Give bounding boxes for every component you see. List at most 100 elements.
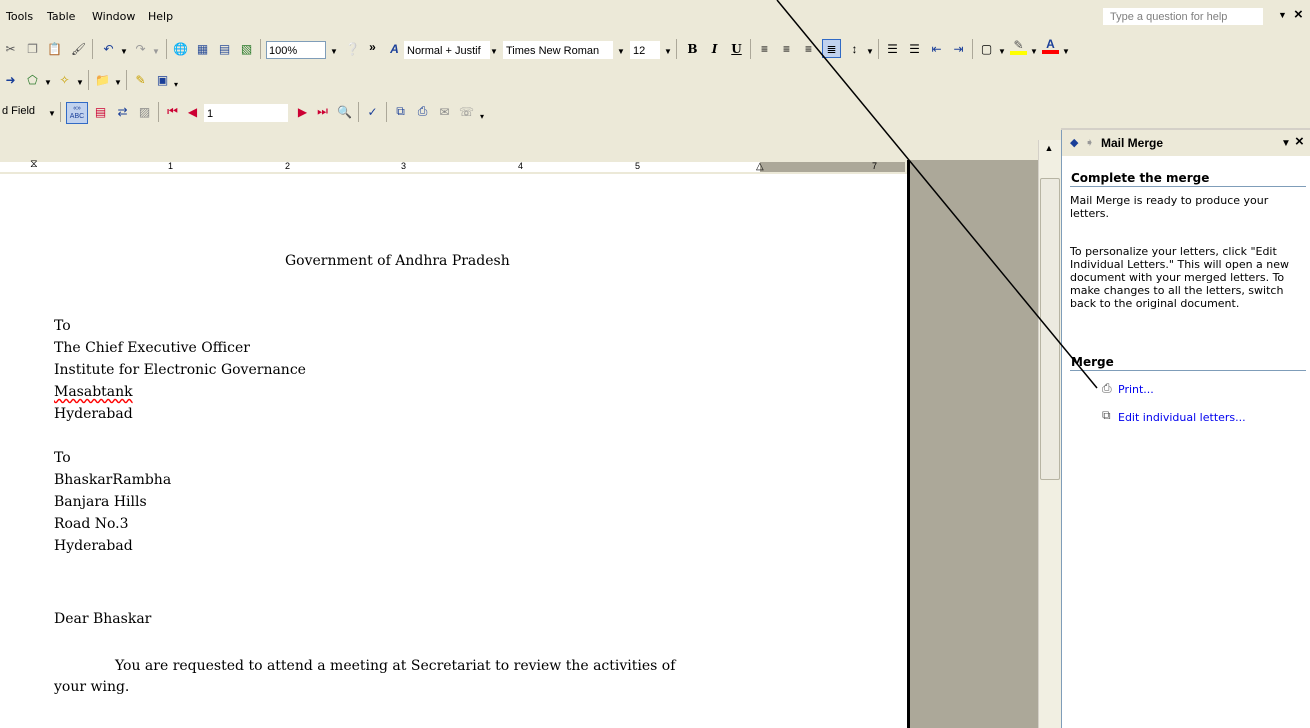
paste-icon[interactable]: 📋 xyxy=(46,40,63,57)
help-search-input[interactable]: Type a question for help xyxy=(1103,8,1263,25)
help-icon[interactable]: ❔ xyxy=(344,40,361,57)
find-entry-icon[interactable]: 🔍 xyxy=(336,103,353,120)
edit-individual-letters-link[interactable]: Edit individual letters... xyxy=(1118,411,1246,424)
highlight-icon[interactable]: ✎ xyxy=(1010,38,1027,55)
cut-icon[interactable]: ✂ xyxy=(2,40,19,57)
last-record-icon[interactable]: ⏭ xyxy=(314,103,331,120)
shape-icon[interactable]: ⬠ xyxy=(24,71,41,88)
action-dropdown-icon[interactable]: ▼ xyxy=(76,78,84,87)
decrease-indent-icon[interactable]: ⇤ xyxy=(928,40,945,57)
close-task-pane-icon[interactable]: × xyxy=(1295,133,1304,150)
format-painter-icon[interactable]: 🖌 xyxy=(70,40,87,57)
print-link[interactable]: Print... xyxy=(1118,383,1154,396)
vertical-scrollbar[interactable]: ▲ xyxy=(1038,140,1061,728)
forward-arrow-icon[interactable]: ➧ xyxy=(1085,136,1094,149)
first-line-indent-marker-icon[interactable]: ⧖ xyxy=(30,158,38,171)
align-left-icon[interactable]: ≡ xyxy=(756,40,773,57)
help-dropdown-icon[interactable]: ▼ xyxy=(1278,10,1287,20)
print-icon[interactable]: ⎙ xyxy=(1102,381,1112,396)
next-record-icon[interactable]: ▶ xyxy=(294,103,311,120)
style-dropdown-icon[interactable]: ▼ xyxy=(490,47,498,56)
menu-window[interactable]: Window xyxy=(92,10,135,23)
align-center-icon[interactable]: ≡ xyxy=(778,40,795,57)
menu-help[interactable]: Help xyxy=(148,10,173,23)
redo-icon[interactable]: ↷ xyxy=(132,40,149,57)
numbering-icon[interactable]: ☰ xyxy=(884,40,901,57)
bullets-icon[interactable]: ☰ xyxy=(906,40,923,57)
merge-to-printer-icon[interactable]: ⎙ xyxy=(414,103,431,120)
letter-body-line: You are requested to attend a meeting at… xyxy=(115,658,676,674)
envelope-icon[interactable]: ▣ xyxy=(154,71,171,88)
bold-button[interactable]: B xyxy=(684,40,701,57)
font-color-dropdown-icon[interactable]: ▼ xyxy=(1062,47,1070,56)
toolbar-separator xyxy=(972,39,973,59)
insert-word-field-dropdown-icon[interactable]: ▼ xyxy=(48,109,56,118)
menu-tools[interactable]: Tools xyxy=(6,10,33,23)
horizontal-ruler[interactable]: ⧖ 1 2 3 4 5 △ 7 xyxy=(0,158,1045,174)
font-combo[interactable]: Times New Roman xyxy=(503,41,613,59)
scroll-up-icon[interactable]: ▲ xyxy=(1041,140,1057,156)
shape-dropdown-icon[interactable]: ▼ xyxy=(44,78,52,87)
insert-word-field-button[interactable]: d Field xyxy=(2,105,35,117)
align-right-icon[interactable]: ≡ xyxy=(800,40,817,57)
redo-dropdown-icon[interactable]: ▼ xyxy=(152,47,160,56)
copy-icon[interactable]: ❐ xyxy=(24,40,41,57)
merge-to-email-icon[interactable]: ✉ xyxy=(436,103,453,120)
view-merged-data-icon[interactable]: «» ABC xyxy=(66,102,88,124)
italic-button[interactable]: I xyxy=(706,40,723,57)
toolbar-separator xyxy=(750,39,751,59)
folder-icon[interactable]: 📁 xyxy=(94,71,111,88)
scrollbar-thumb[interactable] xyxy=(1040,178,1060,480)
borders-icon[interactable]: ▢ xyxy=(978,40,995,57)
justify-icon[interactable]: ≣ xyxy=(822,39,841,58)
underline-button[interactable]: U xyxy=(728,40,745,57)
highlight-merge-fields-icon[interactable]: ▤ xyxy=(92,103,109,120)
insert-excel-icon[interactable]: ▧ xyxy=(238,40,255,57)
undo-dropdown-icon[interactable]: ▼ xyxy=(120,47,128,56)
zoom-combo[interactable]: 100% xyxy=(266,41,326,59)
font-color-icon[interactable]: A xyxy=(1042,37,1059,54)
zoom-dropdown-icon[interactable]: ▼ xyxy=(330,47,338,56)
task-pane-menu-icon[interactable]: ▼ xyxy=(1281,138,1291,149)
font-dropdown-icon[interactable]: ▼ xyxy=(617,47,625,56)
line-spacing-dropdown-icon[interactable]: ▼ xyxy=(866,47,874,56)
font-size-combo[interactable]: 12 xyxy=(630,41,660,59)
folder-dropdown-icon[interactable]: ▼ xyxy=(114,78,122,87)
toolbar-overflow-icon[interactable]: ▾ xyxy=(174,80,178,89)
merge-to-fax-icon[interactable]: ☏ xyxy=(458,103,475,120)
font-size-dropdown-icon[interactable]: ▼ xyxy=(664,47,672,56)
increase-indent-icon[interactable]: ⇥ xyxy=(950,40,967,57)
toolbar-separator xyxy=(386,102,387,122)
action-icon[interactable]: ✧ xyxy=(56,71,73,88)
drawing-toolbar: ➜ ⬠ ▼ ✧ ▼ 📁 ▼ ✎ ▣ ▾ xyxy=(0,64,1310,96)
document-page[interactable]: Government of Andhra Pradesh To The Chie… xyxy=(0,174,910,728)
check-errors-icon[interactable]: ✓ xyxy=(364,103,381,120)
match-fields-icon[interactable]: ⇄ xyxy=(114,103,131,120)
merge-to-new-document-icon[interactable]: ⧉ xyxy=(392,103,409,120)
insert-table-icon[interactable]: ▤ xyxy=(216,40,233,57)
previous-record-icon[interactable]: ◀ xyxy=(184,103,201,120)
right-indent-marker-icon[interactable]: △ xyxy=(756,161,764,172)
borders-dropdown-icon[interactable]: ▼ xyxy=(998,47,1006,56)
styles-icon[interactable]: A xyxy=(386,40,403,57)
first-record-icon[interactable]: ⏮ xyxy=(164,103,181,120)
toolbar-options-icon[interactable]: » xyxy=(364,38,381,55)
mail-merge-toolbar: d Field ▼ «» ABC ▤ ⇄ ▨ ⏮ ◀ 1 ▶ ⏭ 🔍 ✓ ⧉ ⎙… xyxy=(0,96,1310,128)
toolbar-overflow-icon[interactable]: ▾ xyxy=(480,112,484,121)
edit-letters-icon[interactable]: ⧉ xyxy=(1102,408,1111,423)
menu-table[interactable]: Table xyxy=(47,10,75,23)
highlight-dropdown-icon[interactable]: ▼ xyxy=(1030,47,1038,56)
undo-icon[interactable]: ↶ xyxy=(100,40,117,57)
toolbar-separator xyxy=(358,102,359,122)
next-arrow-icon[interactable]: ➜ xyxy=(2,71,19,88)
style-combo[interactable]: Normal + Justif xyxy=(404,41,490,59)
record-number-input[interactable]: 1 xyxy=(204,104,288,122)
review-icon[interactable]: ✎ xyxy=(132,71,149,88)
line-spacing-icon[interactable]: ↕ xyxy=(846,40,863,57)
toolbar-strip xyxy=(0,128,1061,160)
close-document-icon[interactable]: × xyxy=(1294,6,1303,23)
propagate-labels-icon[interactable]: ▨ xyxy=(136,103,153,120)
hyperlink-icon[interactable]: 🌐 xyxy=(172,40,189,57)
back-arrow-icon[interactable]: ◆ xyxy=(1070,136,1078,149)
tables-borders-icon[interactable]: ▦ xyxy=(194,40,211,57)
